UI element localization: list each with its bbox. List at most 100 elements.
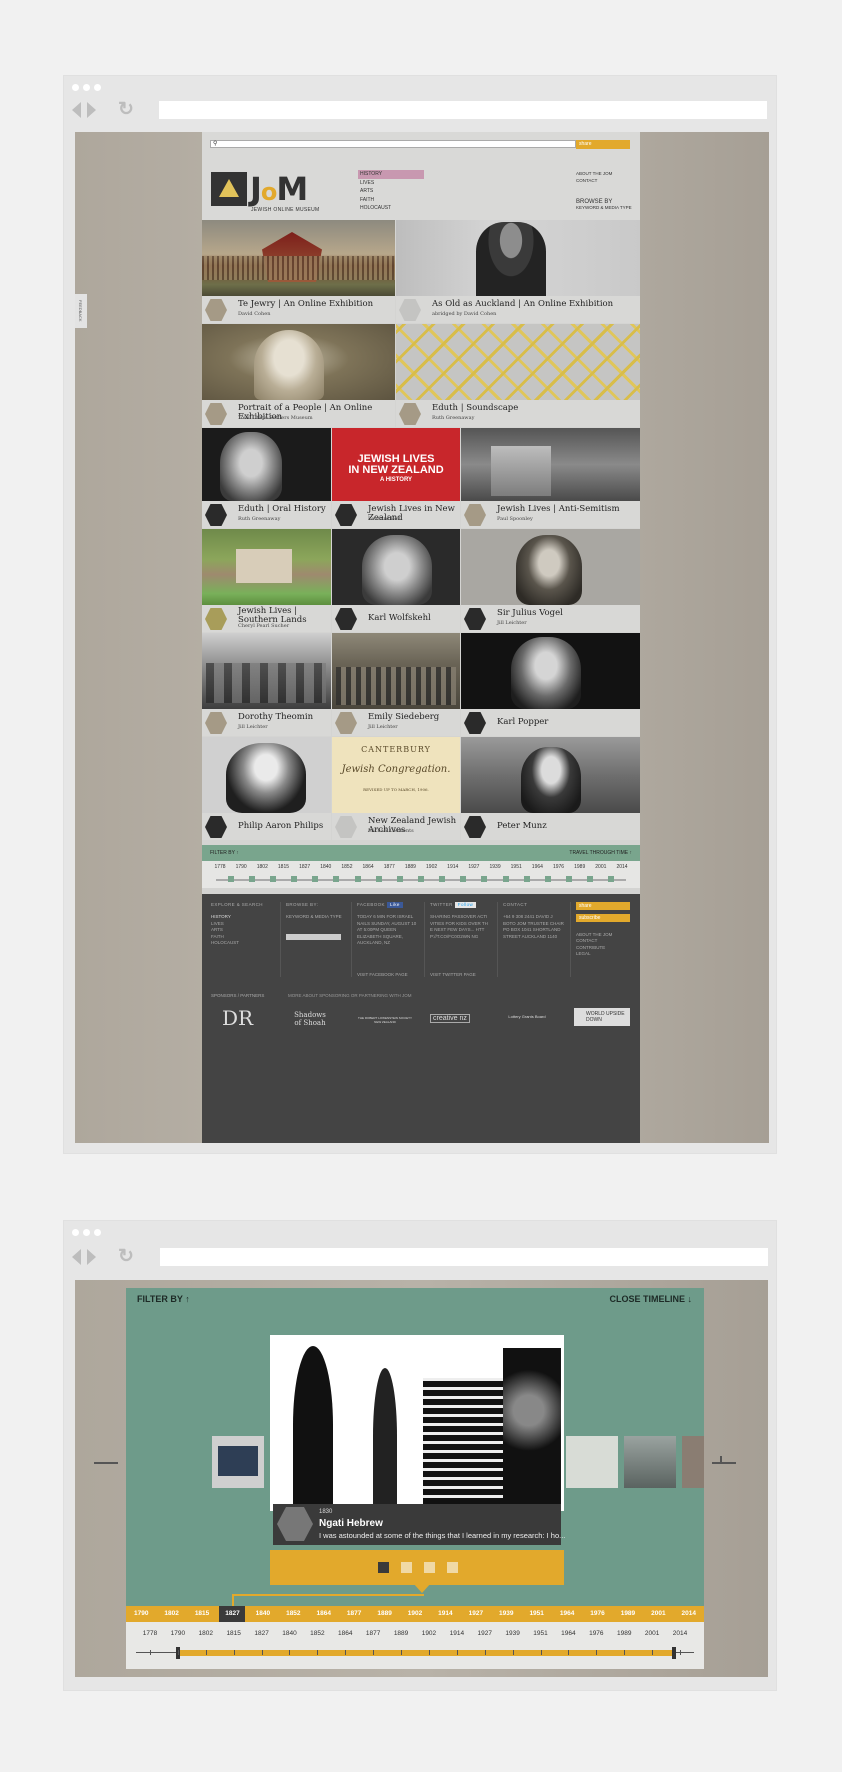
nav-item-lives[interactable]: LIVES (358, 179, 424, 188)
year-label[interactable]: 1939 (485, 864, 505, 870)
browse-by-link[interactable]: BROWSE BY KEYWORD & MEDIA TYPE (576, 199, 632, 211)
timeline-thumb[interactable] (212, 1436, 264, 1488)
pager-dot[interactable] (401, 1562, 412, 1573)
year-marker[interactable] (396, 876, 403, 882)
year-band-item[interactable]: 2001 (643, 1606, 673, 1622)
year-label[interactable]: 1827 (295, 864, 315, 870)
close-dot[interactable] (72, 84, 79, 91)
tile-jewish-lives-nz[interactable]: JEWISH LIVES IN NEW ZEALAND A HISTORY Je… (332, 428, 460, 528)
sponsors-more-link[interactable]: MORE ABOUT SPONSORING OR PARTNERING WITH… (288, 993, 412, 998)
tile-eduth-soundscape[interactable]: Eduth | Soundscape Ruth Greenaway (396, 324, 640, 427)
year-band-item[interactable]: 1927 (461, 1606, 491, 1622)
nav-item-holocaust[interactable]: HOLOCAUST (358, 204, 424, 213)
window-controls[interactable] (72, 84, 101, 91)
reload-icon[interactable]: ↻ (118, 100, 134, 119)
year-marker[interactable] (566, 876, 573, 882)
footer-browse-link[interactable]: KEYWORD & MEDIA TYPE (286, 914, 342, 920)
footer-search-input[interactable] (286, 934, 341, 940)
timeline-thumb[interactable] (624, 1436, 676, 1488)
year-label[interactable]: 1802 (252, 864, 272, 870)
footer-subscribe-button[interactable]: subscribe (576, 914, 630, 922)
year-band-item[interactable]: 2014 (674, 1606, 704, 1622)
year-marker[interactable] (608, 876, 615, 882)
year-marker[interactable] (502, 876, 509, 882)
year-band-item[interactable]: 1914 (430, 1606, 460, 1622)
tile-peter-munz[interactable]: Peter Munz (461, 737, 640, 840)
about-link[interactable]: ABOUT THE JOM (576, 170, 612, 177)
year-band-item[interactable]: 1976 (583, 1606, 613, 1622)
year-band-item[interactable]: 1964 (552, 1606, 582, 1622)
back-arrow-icon[interactable] (72, 102, 81, 118)
year-marker[interactable] (312, 876, 319, 882)
forward-arrow-icon[interactable] (87, 1249, 96, 1265)
nav-item-arts[interactable]: ARTS (358, 187, 424, 196)
year-label[interactable]: 1877 (379, 864, 399, 870)
year-band-item[interactable]: 1864 (309, 1606, 339, 1622)
year-band-item[interactable]: 1802 (157, 1606, 187, 1622)
year-band-item[interactable]: 1989 (613, 1606, 643, 1622)
year-band-item[interactable]: 1852 (278, 1606, 308, 1622)
window-controls[interactable] (72, 1229, 101, 1236)
tile-eduth-oral-history[interactable]: Eduth | Oral History Ruth Greenaway (202, 428, 331, 528)
year-band-item[interactable]: 1877 (339, 1606, 369, 1622)
filter-by-toggle[interactable]: FILTER BY ↑ (137, 1294, 190, 1304)
maximize-dot[interactable] (94, 1229, 101, 1236)
sponsor-logo-lottery[interactable]: Lottery Grants Board (502, 1014, 552, 1019)
tile-as-old-as-auckland[interactable]: As Old as Auckland | An Online Exhibitio… (396, 220, 640, 323)
year-label[interactable]: 1852 (337, 864, 357, 870)
contact-link[interactable]: CONTACT (576, 177, 612, 184)
tile-emily-siedeberg[interactable]: Emily Siedeberg Jill Leichter (332, 633, 460, 736)
search-input[interactable]: ⚲ (210, 140, 576, 148)
year-band-item[interactable]: 1939 (491, 1606, 521, 1622)
year-band-item[interactable]: 1902 (400, 1606, 430, 1622)
year-band-item[interactable]: 1815 (187, 1606, 217, 1622)
year-label[interactable]: 1790 (231, 864, 251, 870)
year-marker[interactable] (227, 876, 234, 882)
forward-arrow-icon[interactable] (87, 102, 96, 118)
range-handle-end[interactable] (672, 1647, 676, 1659)
year-label[interactable]: 1902 (422, 864, 442, 870)
year-marker[interactable] (587, 876, 594, 882)
footer-link-holocaust[interactable]: HOLOCAUST (211, 940, 263, 946)
year-label[interactable]: 1778 (210, 864, 230, 870)
close-timeline-button[interactable]: CLOSE TIMELINE ↓ (609, 1294, 692, 1304)
pager-dot[interactable] (447, 1562, 458, 1573)
tile-philip-aaron-philips[interactable]: Philip Aaron Philips (202, 737, 331, 840)
year-marker[interactable] (375, 876, 382, 882)
visit-facebook-link[interactable]: VISIT FACEBOOK PAGE (357, 972, 417, 978)
pager-dot[interactable] (424, 1562, 435, 1573)
year-marker[interactable] (418, 876, 424, 882)
year-marker[interactable] (248, 876, 255, 882)
year-marker[interactable] (544, 876, 551, 882)
address-bar[interactable] (159, 101, 767, 119)
tile-julius-vogel[interactable]: Sir Julius Vogel Jill Leichter (461, 529, 640, 632)
year-label[interactable]: 1976 (549, 864, 569, 870)
year-marker[interactable] (333, 876, 340, 882)
year-label[interactable]: 2001 (591, 864, 611, 870)
year-band-item[interactable]: 1827 (219, 1606, 246, 1622)
year-label[interactable]: 1864 (358, 864, 378, 870)
filter-by-toggle[interactable]: FILTER BY ↑ (210, 850, 239, 856)
back-arrow-icon[interactable] (72, 1249, 81, 1265)
minimize-dot[interactable] (83, 1229, 90, 1236)
timeline-prev-handle[interactable] (94, 1462, 118, 1464)
nav-item-faith[interactable]: FAITH (358, 196, 424, 205)
maximize-dot[interactable] (94, 84, 101, 91)
year-band-item[interactable]: 1840 (248, 1606, 278, 1622)
year-marker[interactable] (481, 876, 488, 882)
tile-nz-jewish-archives[interactable]: CANTERBURY Jewish Congregation. REVISED … (332, 737, 460, 840)
sponsor-logo-lowenstein[interactable]: THE ROBERT LOWENSTEIN SOCIETY NEW ZEALAN… (357, 1016, 413, 1024)
year-label[interactable]: 1914 (443, 864, 463, 870)
year-band-item[interactable]: 1951 (522, 1606, 552, 1622)
address-bar[interactable] (160, 1248, 768, 1266)
pager-dot[interactable] (378, 1562, 389, 1573)
footer-legal-link[interactable]: LEGAL (576, 951, 612, 957)
jom-logo[interactable]: JoM (250, 170, 308, 208)
year-label[interactable]: 1840 (316, 864, 336, 870)
year-marker[interactable] (460, 876, 467, 882)
tile-anti-semitism[interactable]: Jewish Lives | Anti-Semitism Paul Spoonl… (461, 428, 640, 528)
travel-through-time-toggle[interactable]: TRAVEL THROUGH TIME ↑ (569, 850, 632, 856)
year-marker[interactable] (269, 876, 276, 882)
year-label[interactable]: 1927 (464, 864, 484, 870)
sponsor-logo-world-upside-down[interactable]: WORLD UPSIDE DOWN (574, 1008, 630, 1026)
